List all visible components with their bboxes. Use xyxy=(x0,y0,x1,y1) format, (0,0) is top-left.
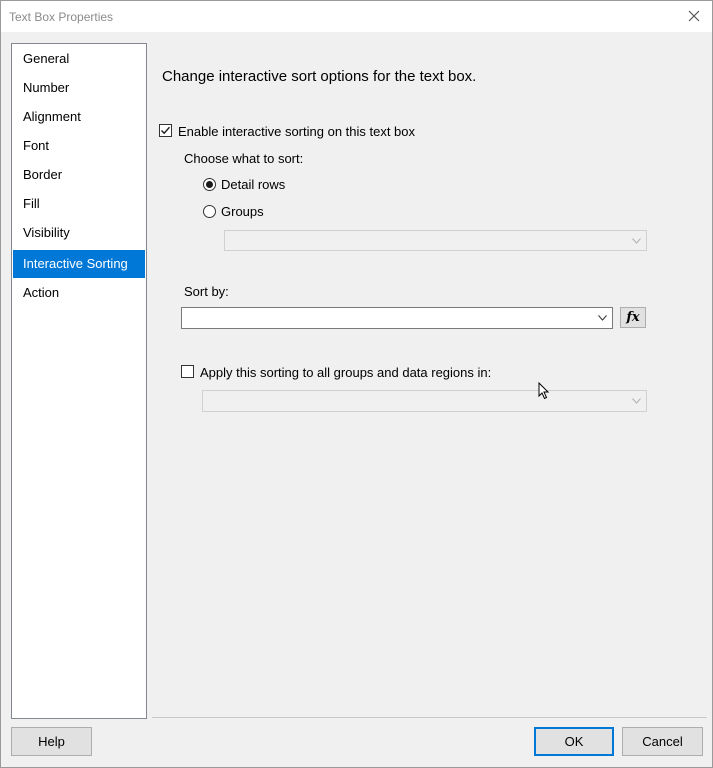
nav-item-number[interactable]: Number xyxy=(13,74,145,102)
detail-rows-label[interactable]: Detail rows xyxy=(221,177,285,192)
chevron-down-icon xyxy=(598,315,607,321)
apply-all-label[interactable]: Apply this sorting to all groups and dat… xyxy=(200,365,491,380)
fx-icon: fx xyxy=(626,310,640,325)
enable-sorting-label[interactable]: Enable interactive sorting on this text … xyxy=(178,124,415,139)
groups-radio[interactable] xyxy=(203,205,216,218)
chevron-down-icon xyxy=(632,398,641,404)
page-heading: Change interactive sort options for the … xyxy=(162,68,477,85)
nav-item-alignment[interactable]: Alignment xyxy=(13,103,145,131)
nav-item-general[interactable]: General xyxy=(13,45,145,73)
window-title: Text Box Properties xyxy=(9,10,114,24)
apply-all-checkbox[interactable] xyxy=(181,365,194,378)
mouse-cursor-icon xyxy=(538,382,550,400)
dialog-window: Text Box Properties General Number Align… xyxy=(0,0,713,768)
footer-divider xyxy=(152,717,707,718)
ok-button[interactable]: OK xyxy=(534,727,614,756)
groups-label[interactable]: Groups xyxy=(221,204,264,219)
sort-by-dropdown[interactable] xyxy=(181,307,613,329)
groups-dropdown[interactable] xyxy=(224,230,647,251)
nav-item-interactive-sorting[interactable]: Interactive Sorting xyxy=(13,250,145,278)
choose-what-to-sort-label: Choose what to sort: xyxy=(184,151,304,166)
nav-item-action[interactable]: Action xyxy=(13,279,145,307)
checkmark-icon xyxy=(161,126,171,135)
nav-item-fill[interactable]: Fill xyxy=(13,190,145,218)
scope-dropdown[interactable] xyxy=(202,390,647,412)
enable-sorting-checkbox[interactable] xyxy=(159,124,172,137)
nav-item-font[interactable]: Font xyxy=(13,132,145,160)
detail-rows-radio[interactable] xyxy=(203,178,216,191)
nav-item-visibility[interactable]: Visibility xyxy=(13,219,145,247)
nav-item-border[interactable]: Border xyxy=(13,161,145,189)
title-bar: Text Box Properties xyxy=(1,1,712,32)
sort-by-label: Sort by: xyxy=(184,284,229,299)
expression-button[interactable]: fx xyxy=(620,307,646,328)
cancel-button[interactable]: Cancel xyxy=(622,727,703,756)
close-button[interactable] xyxy=(684,6,704,26)
chevron-down-icon xyxy=(632,237,641,244)
close-icon xyxy=(688,10,700,22)
category-list: General Number Alignment Font Border Fil… xyxy=(11,43,147,719)
help-button[interactable]: Help xyxy=(11,727,92,756)
